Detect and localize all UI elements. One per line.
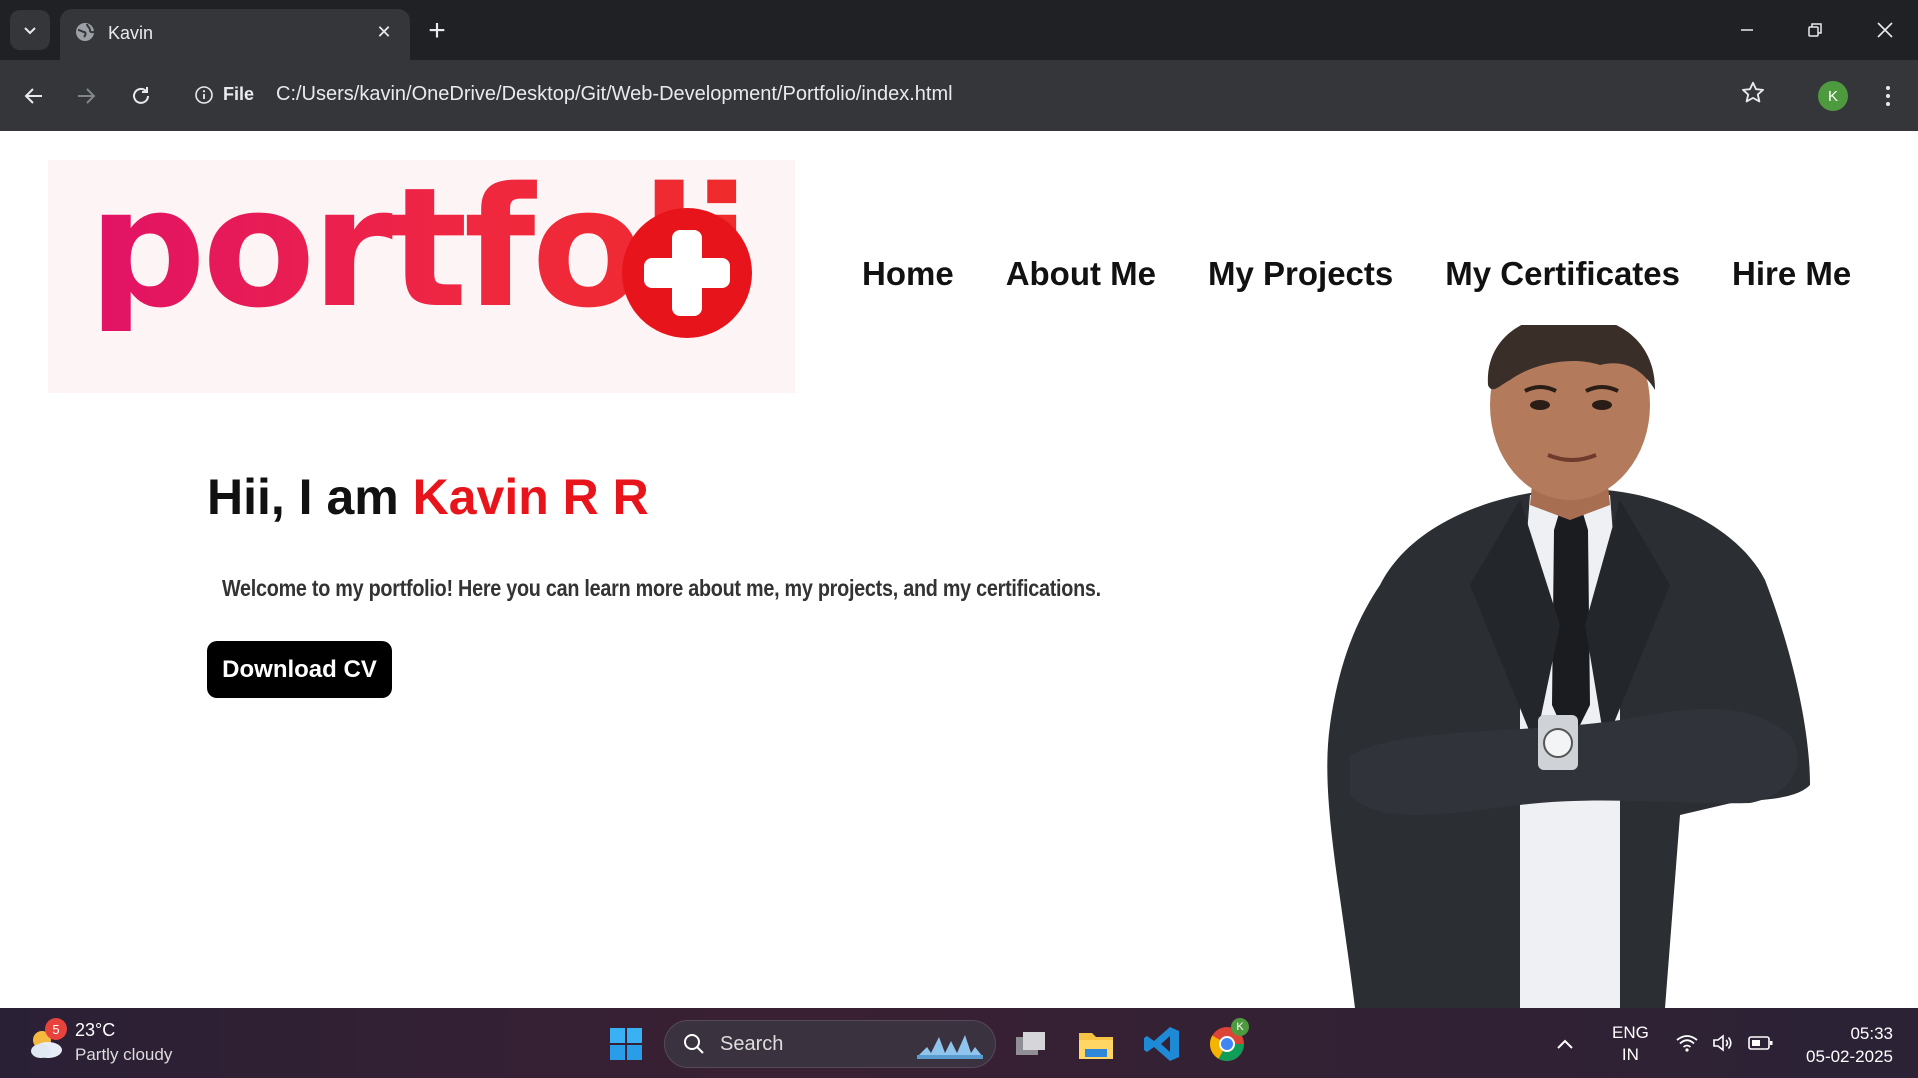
- nav-about-me[interactable]: About Me: [1006, 255, 1156, 293]
- bookmark-star-icon[interactable]: [1740, 80, 1766, 106]
- vscode-button[interactable]: [1138, 1020, 1186, 1068]
- reload-icon: [133, 87, 149, 104]
- url-text[interactable]: C:/Users/kavin/OneDrive/Desktop/Git/Web-…: [276, 83, 953, 106]
- taskbar-search[interactable]: Search: [664, 1020, 996, 1068]
- browser-toolbar: File C:/Users/kavin/OneDrive/Desktop/Git…: [0, 60, 1918, 131]
- weather-temperature[interactable]: 23°C: [75, 1020, 115, 1041]
- forward-button[interactable]: [68, 78, 104, 114]
- windows-icon: [610, 1028, 642, 1060]
- reload-button[interactable]: [123, 78, 159, 114]
- search-placeholder: Search: [720, 1033, 784, 1055]
- system-clock[interactable]: 05:33 05-02-2025: [1795, 1022, 1893, 1068]
- file-explorer-button[interactable]: [1072, 1020, 1120, 1068]
- back-button[interactable]: [16, 78, 52, 114]
- clock-time: 05:33: [1850, 1024, 1893, 1043]
- clock-date: 05-02-2025: [1806, 1047, 1893, 1066]
- site-nav: Home About Me My Projects My Certificate…: [862, 255, 1851, 293]
- tab-strip: Kavin ✕ +: [0, 0, 1918, 60]
- profile-photo: [1327, 325, 1810, 1008]
- chevron-down-icon: [24, 27, 36, 35]
- folder-icon: [1079, 1033, 1113, 1059]
- task-view-icon: [1016, 1032, 1045, 1055]
- restore-icon: [1808, 23, 1822, 37]
- chrome-button[interactable]: K: [1203, 1018, 1251, 1068]
- url-scheme-label: File: [223, 84, 255, 104]
- hero-name: Kavin R R: [412, 469, 649, 525]
- nav-hire-me[interactable]: Hire Me: [1732, 255, 1851, 293]
- show-hidden-icons-button[interactable]: [1550, 1020, 1580, 1068]
- nav-my-projects[interactable]: My Projects: [1208, 255, 1393, 293]
- nav-home[interactable]: Home: [862, 255, 954, 293]
- weather-badge: 5: [45, 1018, 67, 1040]
- language-line-1: ENG: [1612, 1023, 1649, 1042]
- vscode-icon: [1144, 1027, 1179, 1061]
- download-cv-button[interactable]: Download CV: [207, 641, 392, 698]
- language-line-2: IN: [1621, 1045, 1639, 1064]
- minimize-icon: [1741, 29, 1753, 31]
- browser-tab[interactable]: Kavin ✕: [60, 9, 410, 60]
- nav-my-certificates[interactable]: My Certificates: [1445, 255, 1680, 293]
- minimize-button[interactable]: [1722, 8, 1772, 52]
- volume-icon[interactable]: [1712, 1034, 1734, 1052]
- close-icon: [1877, 22, 1893, 38]
- restore-button[interactable]: [1790, 8, 1840, 52]
- logo-plus-icon: [622, 208, 752, 338]
- search-highlight-icon: [917, 1035, 983, 1059]
- chrome-profile-badge: K: [1231, 1018, 1249, 1036]
- portfolio-logo: portfoli: [48, 160, 795, 393]
- tab-title: Kavin: [108, 23, 154, 43]
- globe-icon: [76, 23, 95, 41]
- search-icon: [684, 1034, 704, 1054]
- start-button[interactable]: [602, 1020, 650, 1068]
- browser-menu-icon[interactable]: [1876, 80, 1900, 112]
- chevron-up-icon: [1557, 1039, 1573, 1049]
- arrow-left-icon: [24, 88, 42, 104]
- hero-heading: Hii, I am Kavin R R: [207, 468, 649, 526]
- taskbar: 5 23°C Partly cloudy Search K ENG IN 05:…: [0, 1008, 1918, 1078]
- profile-avatar[interactable]: K: [1818, 81, 1848, 111]
- address-bar[interactable]: File C:/Users/kavin/OneDrive/Desktop/Git…: [180, 70, 1770, 120]
- info-icon[interactable]: [194, 85, 214, 105]
- tab-search-button[interactable]: [10, 10, 50, 50]
- wifi-icon[interactable]: [1676, 1034, 1698, 1052]
- arrow-right-icon: [78, 88, 96, 104]
- welcome-text: Welcome to my portfolio! Here you can le…: [222, 575, 1101, 601]
- close-window-button[interactable]: [1860, 8, 1910, 52]
- battery-icon[interactable]: [1748, 1036, 1774, 1050]
- weather-condition[interactable]: Partly cloudy: [75, 1045, 172, 1065]
- close-tab-icon[interactable]: ✕: [372, 20, 396, 44]
- input-language[interactable]: ENG IN: [1612, 1022, 1649, 1066]
- new-tab-button[interactable]: +: [420, 14, 454, 48]
- task-view-button[interactable]: [1007, 1020, 1055, 1068]
- hero-prefix: Hii, I am: [207, 469, 413, 525]
